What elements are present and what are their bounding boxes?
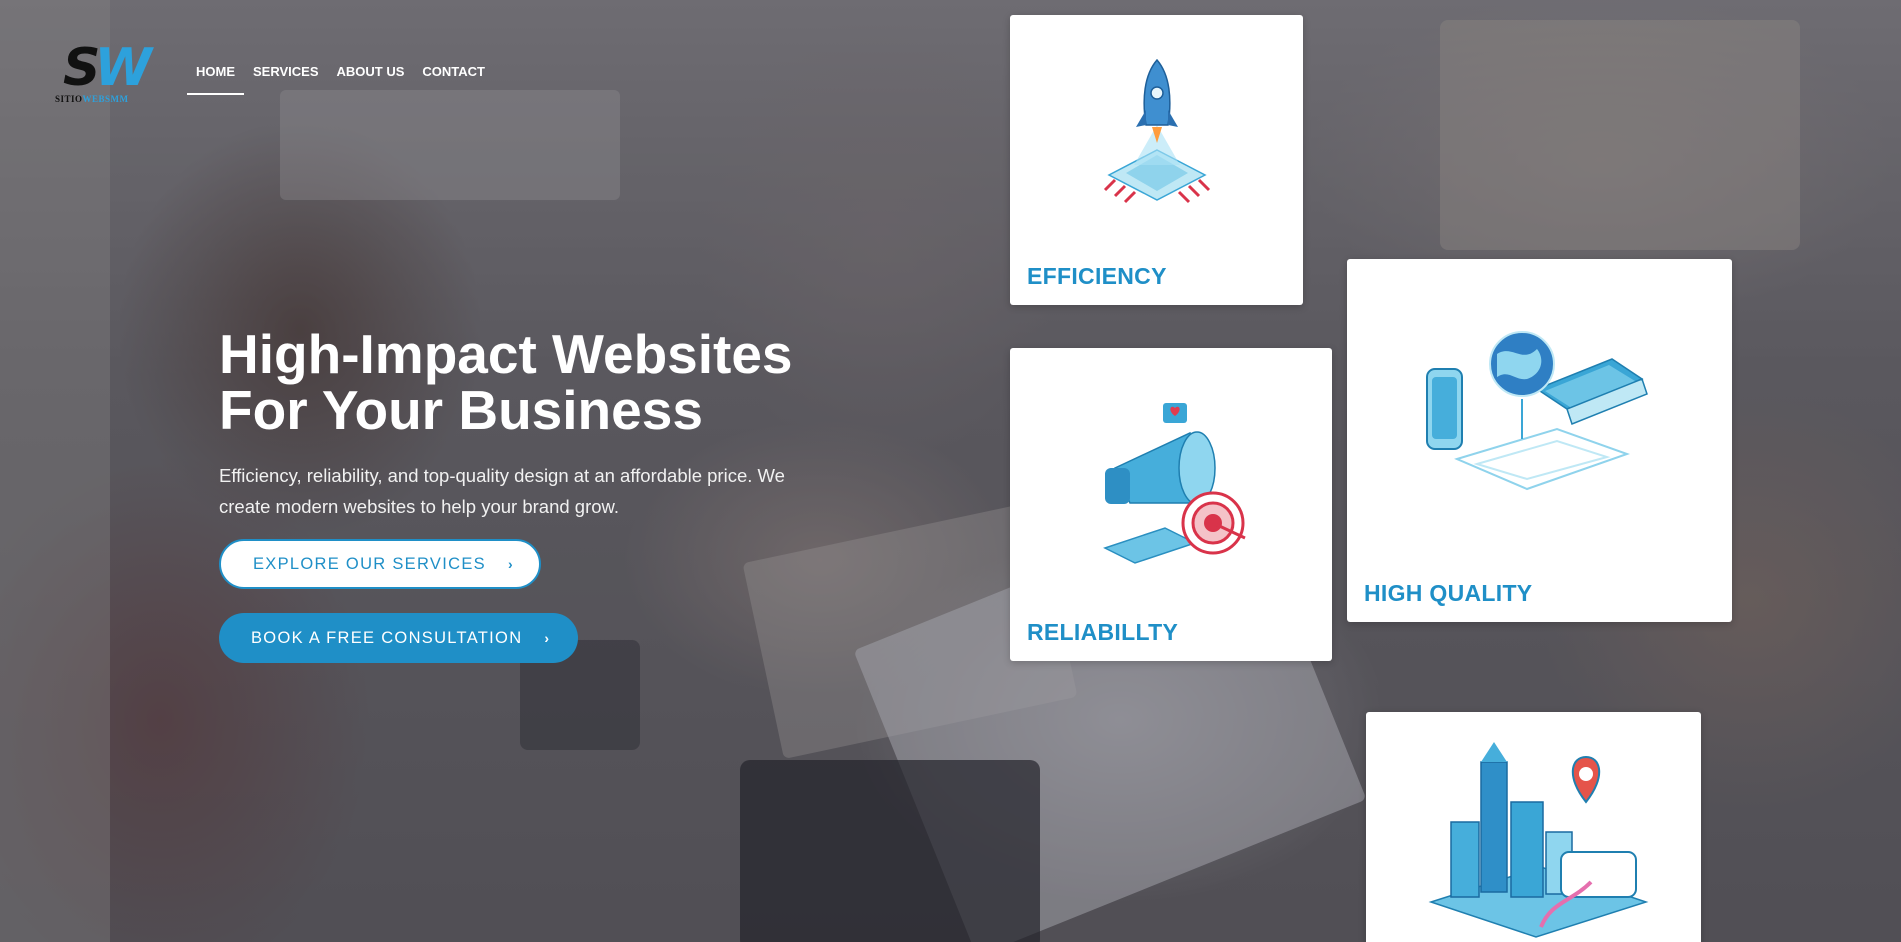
logo-subtext: SITIOWEBSMM [55,94,129,104]
hero-title-line-2: For Your Business [219,379,703,441]
nav-item-services[interactable]: SERVICES [244,62,328,95]
logo-mark: SW [63,38,152,98]
book-consultation-label: BOOK A FREE CONSULTATION [251,628,523,647]
hero-subtitle-line-2: create modern websites to help your bran… [219,496,620,517]
chevron-right-icon: › [544,630,551,646]
globe-devices-icon [1426,331,1648,491]
explore-services-label: EXPLORE OUR SERVICES [253,554,486,573]
nav-item-home[interactable]: HOME [187,62,244,95]
card-label-efficiency: EFFICIENCY [1027,263,1167,289]
feature-card-reliability[interactable]: RELIABILLTY [1010,348,1332,661]
megaphone-target-icon [1103,403,1246,564]
city-location-icon [1428,742,1649,938]
site-logo[interactable]: SW SITIOWEBSMM [55,38,152,110]
chevron-right-icon: › [507,556,514,572]
hero-subtitle-line-1: Efficiency, reliability, and top-quality… [219,465,785,486]
explore-services-button[interactable]: EXPLORE OUR SERVICES › [219,539,541,589]
hero-title: High-Impact Websites For Your Business [219,326,859,438]
feature-card-city-location[interactable] [1366,712,1701,942]
main-nav: HOME SERVICES ABOUT US CONTACT [187,62,494,95]
nav-item-about-us[interactable]: ABOUT US [328,62,414,95]
card-label-reliability: RELIABILLTY [1027,619,1179,645]
card-label-high-quality: HIGH QUALITY [1364,580,1533,606]
feature-card-high-quality[interactable]: HIGH QUALITY [1347,259,1732,622]
hero-subtitle: Efficiency, reliability, and top-quality… [219,460,839,522]
hero-title-line-1: High-Impact Websites [219,323,793,385]
nav-item-contact[interactable]: CONTACT [413,62,494,95]
book-consultation-button[interactable]: BOOK A FREE CONSULTATION › [219,613,578,663]
rocket-chip-icon [1103,58,1211,204]
feature-card-efficiency[interactable]: EFFICIENCY [1010,15,1303,305]
